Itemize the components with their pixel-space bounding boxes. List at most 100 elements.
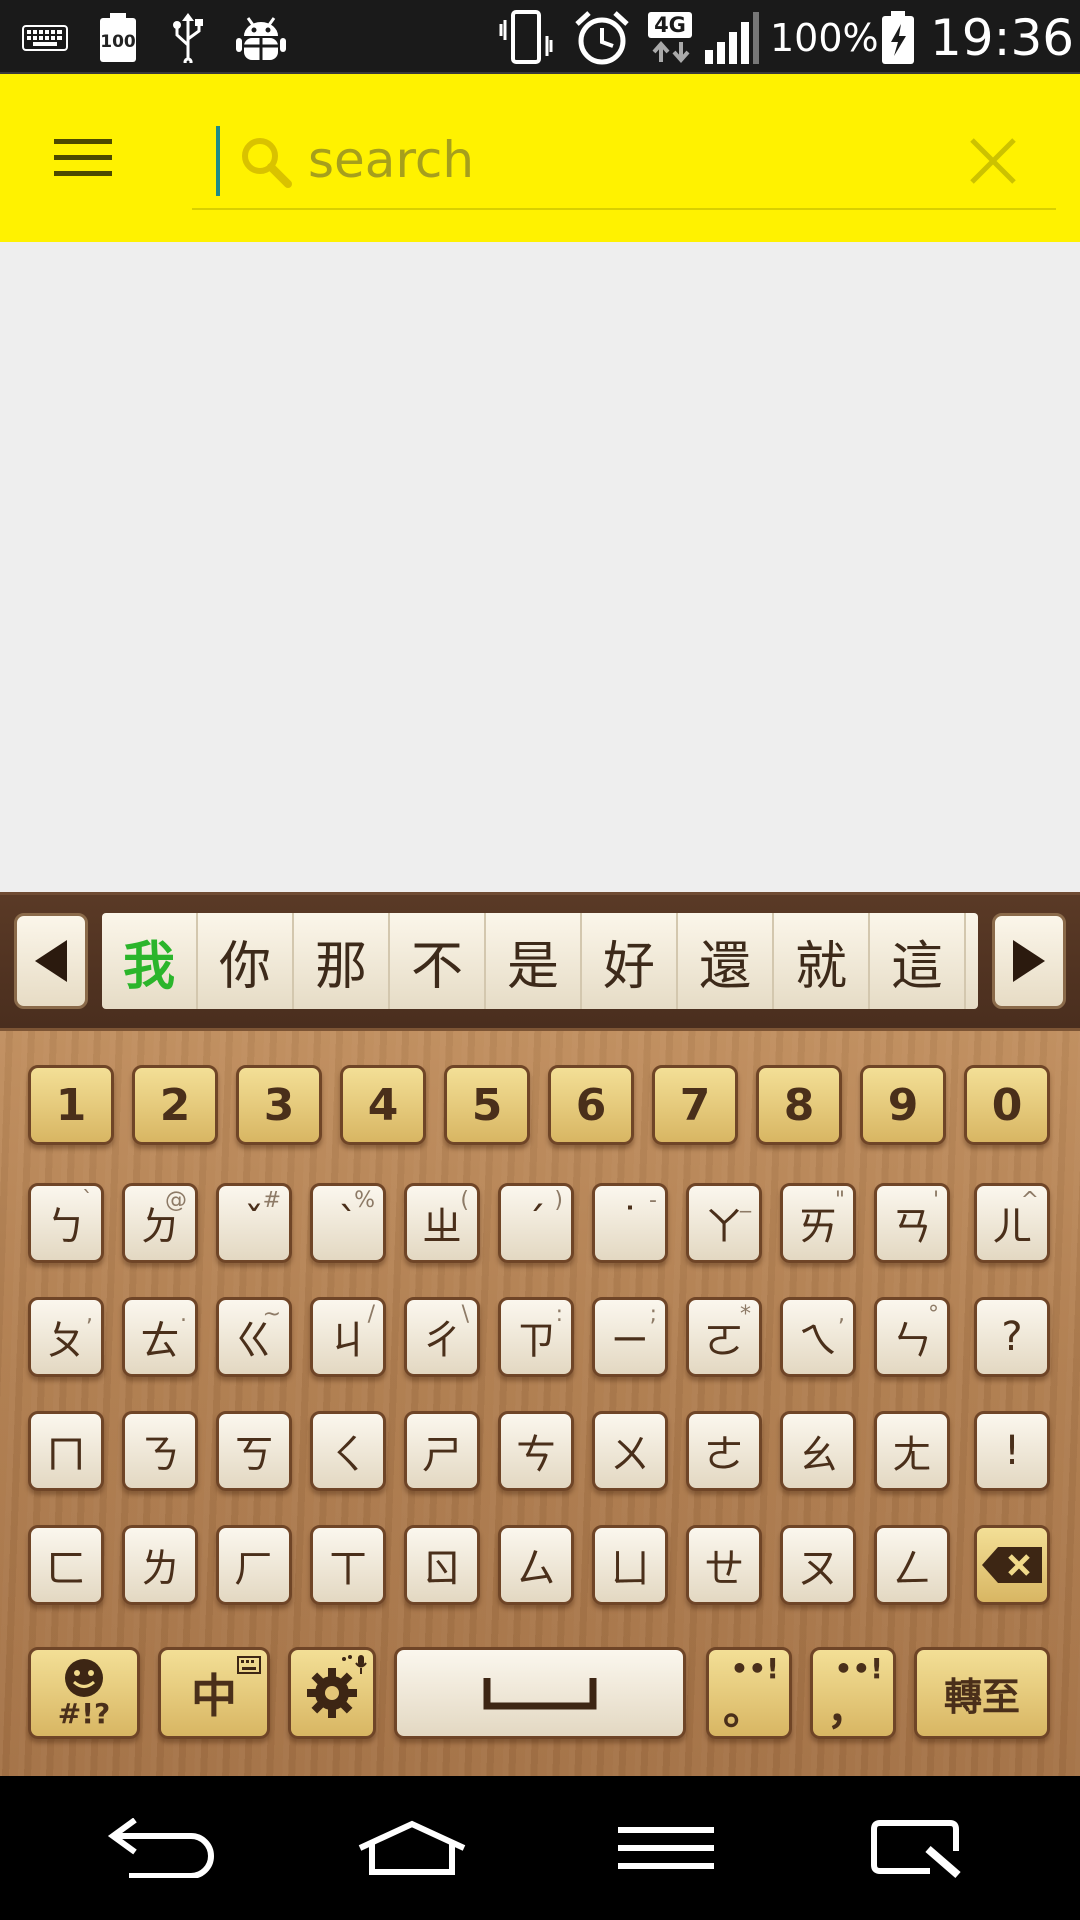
key-digit[interactable]: 4 [340, 1065, 426, 1145]
key-bopomofo[interactable]: ㄔ \ [404, 1297, 480, 1377]
key-bopomofo[interactable]: ㄙ [498, 1525, 574, 1605]
key-bopomofo[interactable]: ㄝ [686, 1525, 762, 1605]
key-bopomofo[interactable]: ㄡ [780, 1525, 856, 1605]
key-bopomofo[interactable]: ㄦ ^ [974, 1183, 1050, 1263]
key-bopomofo[interactable]: ㄜ [686, 1411, 762, 1491]
period-key[interactable]: 。 ••! [706, 1647, 792, 1739]
key-bopomofo[interactable]: ㄑ [310, 1411, 386, 1491]
battery-100-label: 100 [100, 32, 136, 52]
period-key-label: 。 [723, 1685, 766, 1734]
quick-memo-button[interactable] [848, 1798, 988, 1898]
key-bopomofo[interactable]: ㄨ [592, 1411, 668, 1491]
key-bopomofo[interactable]: ㄒ [310, 1525, 386, 1605]
key-digit[interactable]: 2 [132, 1065, 218, 1145]
space-key[interactable] [394, 1647, 686, 1739]
key-bopomofo[interactable]: ㄐ / [310, 1297, 386, 1377]
clear-search-icon[interactable] [964, 132, 1022, 190]
key-tone[interactable]: ˇ # [216, 1183, 292, 1263]
candidate-item[interactable]: 就 [774, 913, 870, 1009]
key-bopomofo[interactable]: ㄍ ~ [216, 1297, 292, 1377]
key-bopomofo[interactable]: ㄅ ` [28, 1183, 104, 1263]
key-sub-label: @ [165, 1188, 187, 1213]
backspace-key[interactable] [974, 1525, 1050, 1605]
key-bopomofo[interactable]: ㄞ " [780, 1183, 856, 1263]
candidate-item[interactable]: 我 [102, 913, 198, 1009]
candidate-item[interactable]: 還 [678, 913, 774, 1009]
key-bopomofo[interactable]: ㄛ * [686, 1297, 762, 1377]
vibrate-icon [498, 10, 560, 66]
key-bopomofo[interactable]: ㄏ [216, 1525, 292, 1605]
smiley-icon [65, 1659, 103, 1697]
key-digit[interactable]: 8 [756, 1065, 842, 1145]
key-digit[interactable]: 7 [652, 1065, 738, 1145]
settings-key[interactable] [288, 1647, 376, 1739]
emoji-key-label: #!? [57, 1697, 111, 1730]
home-button[interactable] [342, 1798, 482, 1898]
key-exclamation[interactable]: ! [974, 1411, 1050, 1491]
menu-button[interactable] [40, 122, 126, 194]
key-bopomofo[interactable]: ㄠ [780, 1411, 856, 1491]
language-switch-key[interactable]: 中 [158, 1647, 270, 1739]
key-question-mark[interactable]: ? [974, 1297, 1050, 1377]
key-bopomofo[interactable]: ㄕ [404, 1411, 480, 1491]
key-bopomofo[interactable]: ㄣ ° [874, 1297, 950, 1377]
search-icon [242, 138, 292, 188]
menu-nav-button[interactable] [596, 1798, 736, 1898]
candidate-item[interactable]: 不 [390, 913, 486, 1009]
candidate-item[interactable]: 這 [870, 913, 966, 1009]
key-bopomofo[interactable]: ㄈ [28, 1525, 104, 1605]
key-digit[interactable]: 6 [548, 1065, 634, 1145]
key-bopomofo[interactable]: ㄚ _ [686, 1183, 762, 1263]
key-sub-label: ' [932, 1188, 939, 1213]
key-hint-dots: ••! [834, 1652, 883, 1685]
key-digit[interactable]: 3 [236, 1065, 322, 1145]
key-bopomofo[interactable]: ㄋ [122, 1411, 198, 1491]
home-icon [358, 1820, 466, 1875]
key-tone[interactable]: ˊ) [498, 1183, 574, 1263]
key-sub-label: ` [82, 1188, 93, 1213]
key-bopomofo[interactable]: ㄖ [404, 1525, 480, 1605]
comma-key[interactable]: ， ••! [810, 1647, 896, 1739]
key-sub-label: " [834, 1188, 845, 1213]
key-tone[interactable]: ˙ - [592, 1183, 668, 1263]
key-bopomofo[interactable]: ㄥ [874, 1525, 950, 1605]
key-bopomofo[interactable]: ㄗ: [498, 1297, 574, 1377]
key-bopomofo[interactable]: ㄆ, [28, 1297, 104, 1377]
search-input[interactable] [308, 122, 928, 198]
back-button[interactable] [90, 1798, 230, 1898]
key-bopomofo[interactable]: ㄎ [216, 1411, 292, 1491]
candidates-prev-button[interactable] [14, 913, 88, 1009]
search-field[interactable] [192, 110, 1056, 210]
candidate-item[interactable]: 是 [486, 913, 582, 1009]
key-bopomofo[interactable]: ㄩ [592, 1525, 668, 1605]
candidate-item[interactable]: 好 [582, 913, 678, 1009]
enter-go-key[interactable]: 轉至 [914, 1647, 1050, 1739]
key-bopomofo[interactable]: ㄟ, [780, 1297, 856, 1377]
space-bar-icon [483, 1678, 597, 1710]
key-bopomofo[interactable]: ㄓ( [404, 1183, 480, 1263]
comma-key-label: ， [827, 1685, 870, 1734]
candidates-next-button[interactable] [992, 913, 1066, 1009]
key-bopomofo[interactable]: ㄇ [28, 1411, 104, 1491]
key-tone[interactable]: ˋ% [310, 1183, 386, 1263]
language-key-label: 中 [191, 1669, 237, 1723]
candidate-bar: 我 你 那 不 是 好 還 就 這 [0, 892, 1080, 1028]
network-4g-icon: 4G [644, 10, 696, 66]
key-sub-label: - [649, 1188, 657, 1213]
emoji-symbols-key[interactable]: #!? [28, 1647, 140, 1739]
key-bopomofo[interactable]: ㄧ; [592, 1297, 668, 1377]
key-main-label: ㄣ [892, 1318, 932, 1364]
key-digit[interactable]: 9 [860, 1065, 946, 1145]
key-bopomofo[interactable]: ㄘ [498, 1411, 574, 1491]
key-bopomofo[interactable]: ㄢ ' [874, 1183, 950, 1263]
key-bopomofo[interactable]: ㄌ [122, 1525, 198, 1605]
candidate-item[interactable]: 你 [198, 913, 294, 1009]
key-digit[interactable]: 0 [964, 1065, 1050, 1145]
key-main-label: ㄧ [610, 1318, 650, 1364]
key-bopomofo[interactable]: ㄉ @ [122, 1183, 198, 1263]
key-digit[interactable]: 1 [28, 1065, 114, 1145]
key-digit[interactable]: 5 [444, 1065, 530, 1145]
key-bopomofo[interactable]: ㄊ. [122, 1297, 198, 1377]
key-bopomofo[interactable]: ㄤ [874, 1411, 950, 1491]
candidate-item[interactable]: 那 [294, 913, 390, 1009]
